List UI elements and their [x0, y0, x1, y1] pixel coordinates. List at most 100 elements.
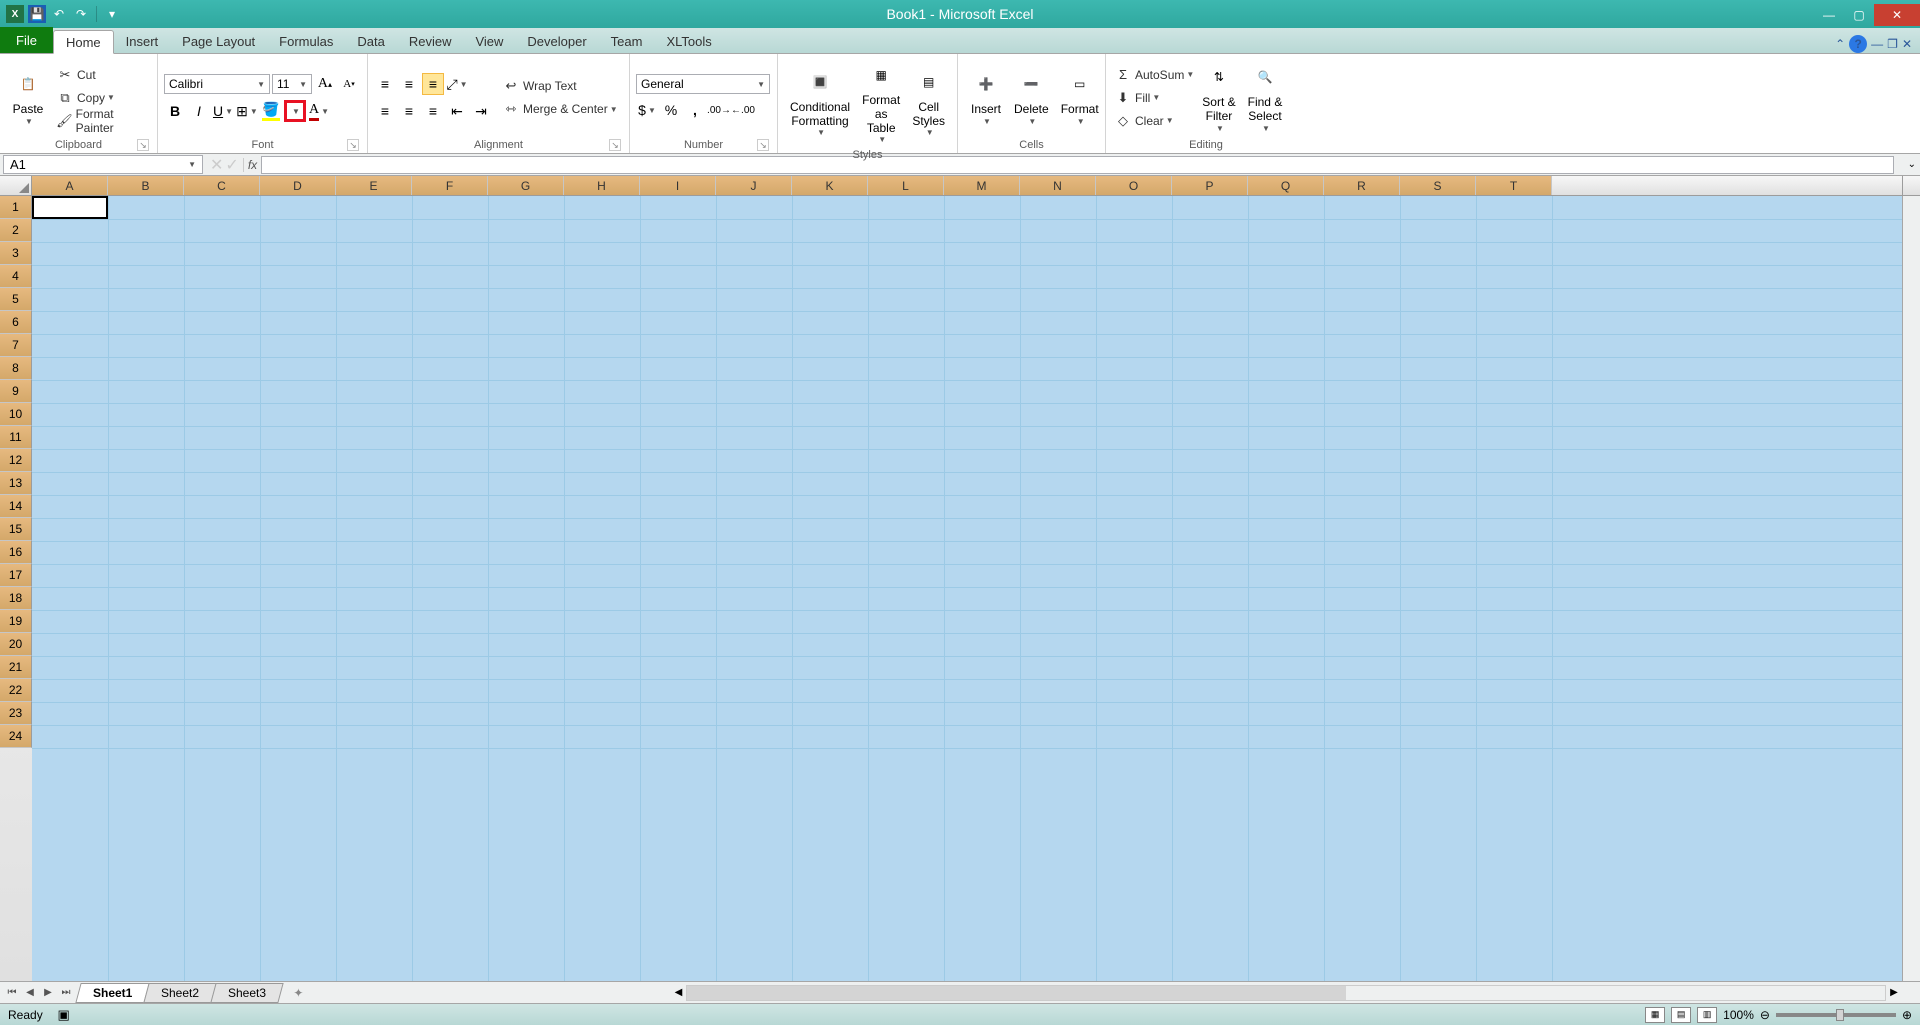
- help-icon[interactable]: ?: [1849, 35, 1867, 53]
- row-header[interactable]: 18: [0, 587, 32, 610]
- workbook-minimize-icon[interactable]: —: [1871, 37, 1883, 51]
- zoom-thumb[interactable]: [1836, 1009, 1844, 1021]
- tab-team[interactable]: Team: [599, 29, 655, 53]
- undo-button[interactable]: ↶: [50, 5, 68, 23]
- tab-developer[interactable]: Developer: [515, 29, 598, 53]
- row-header[interactable]: 13: [0, 472, 32, 495]
- align-bottom-button[interactable]: ≡: [422, 73, 444, 95]
- column-header[interactable]: N: [1020, 176, 1096, 195]
- scroll-left-button[interactable]: ◀: [670, 985, 686, 1001]
- sheet-tab-2[interactable]: Sheet2: [144, 983, 217, 1003]
- column-header[interactable]: E: [336, 176, 412, 195]
- column-header[interactable]: T: [1476, 176, 1552, 195]
- row-header[interactable]: 24: [0, 725, 32, 748]
- row-header[interactable]: 16: [0, 541, 32, 564]
- horizontal-scrollbar[interactable]: [686, 985, 1886, 1001]
- underline-button[interactable]: U▼: [212, 100, 234, 122]
- grow-font-button[interactable]: A▴: [314, 73, 336, 95]
- next-sheet-button[interactable]: ▶: [40, 985, 56, 1001]
- close-button[interactable]: ✕: [1874, 4, 1920, 26]
- zoom-slider[interactable]: [1776, 1013, 1896, 1017]
- dialog-launcher-icon[interactable]: ↘: [347, 139, 359, 151]
- page-layout-view-button[interactable]: ▤: [1671, 1007, 1691, 1023]
- scroll-thumb[interactable]: [687, 986, 1346, 1000]
- row-header[interactable]: 23: [0, 702, 32, 725]
- row-header[interactable]: 17: [0, 564, 32, 587]
- row-header[interactable]: 3: [0, 242, 32, 265]
- align-center-button[interactable]: ≡: [398, 100, 420, 122]
- row-header[interactable]: 15: [0, 518, 32, 541]
- dialog-launcher-icon[interactable]: ↘: [609, 139, 621, 151]
- row-header[interactable]: 12: [0, 449, 32, 472]
- row-header[interactable]: 22: [0, 679, 32, 702]
- column-header[interactable]: M: [944, 176, 1020, 195]
- row-header[interactable]: 7: [0, 334, 32, 357]
- column-header[interactable]: L: [868, 176, 944, 195]
- page-break-view-button[interactable]: ▥: [1697, 1007, 1717, 1023]
- vertical-scrollbar[interactable]: [1902, 196, 1920, 981]
- qat-customize-icon[interactable]: ▾: [103, 5, 121, 23]
- dialog-launcher-icon[interactable]: ↘: [137, 139, 149, 151]
- copy-button[interactable]: ⧉Copy▼: [54, 87, 151, 109]
- sheet-tab-1[interactable]: Sheet1: [75, 983, 150, 1003]
- row-header[interactable]: 8: [0, 357, 32, 380]
- formula-input[interactable]: [261, 156, 1893, 174]
- column-header[interactable]: A: [32, 176, 108, 195]
- first-sheet-button[interactable]: ⏮: [4, 985, 20, 1001]
- format-cells-button[interactable]: ▭Format▼: [1055, 58, 1105, 137]
- conditional-formatting-button[interactable]: 🔳Conditional Formatting▼: [784, 58, 856, 147]
- file-tab[interactable]: File: [0, 27, 53, 53]
- column-header[interactable]: F: [412, 176, 488, 195]
- align-middle-button[interactable]: ≡: [398, 73, 420, 95]
- redo-button[interactable]: ↷: [72, 5, 90, 23]
- align-right-button[interactable]: ≡: [422, 100, 444, 122]
- save-icon[interactable]: 💾: [28, 5, 46, 23]
- decrease-indent-button[interactable]: ⇤: [446, 100, 468, 122]
- excel-icon[interactable]: X: [6, 5, 24, 23]
- tab-formulas[interactable]: Formulas: [267, 29, 345, 53]
- paste-button[interactable]: 📋 Paste ▼: [6, 58, 50, 137]
- tab-page-layout[interactable]: Page Layout: [170, 29, 267, 53]
- row-header[interactable]: 21: [0, 656, 32, 679]
- column-header[interactable]: C: [184, 176, 260, 195]
- dialog-launcher-icon[interactable]: ↘: [757, 139, 769, 151]
- zoom-in-button[interactable]: ⊕: [1902, 1008, 1912, 1022]
- cut-button[interactable]: ✂Cut: [54, 64, 151, 86]
- row-header[interactable]: 1: [0, 196, 32, 219]
- percent-format-button[interactable]: %: [660, 99, 682, 121]
- expand-formula-bar-icon[interactable]: ⌄: [1908, 159, 1920, 170]
- macro-record-icon[interactable]: ▣: [55, 1006, 73, 1024]
- column-header[interactable]: O: [1096, 176, 1172, 195]
- tab-xltools[interactable]: XLTools: [654, 29, 723, 53]
- increase-indent-button[interactable]: ⇥: [470, 100, 492, 122]
- tab-review[interactable]: Review: [397, 29, 464, 53]
- row-header[interactable]: 11: [0, 426, 32, 449]
- minimize-ribbon-icon[interactable]: ⌃: [1835, 37, 1845, 51]
- font-size-combo[interactable]: 11▼: [272, 74, 312, 94]
- column-header[interactable]: S: [1400, 176, 1476, 195]
- cancel-formula-icon[interactable]: ✕: [210, 155, 223, 175]
- tab-home[interactable]: Home: [53, 30, 114, 54]
- row-header[interactable]: 4: [0, 265, 32, 288]
- merge-center-button[interactable]: ⇿Merge & Center▼: [500, 98, 620, 120]
- sheet-tab-3[interactable]: Sheet3: [211, 983, 284, 1003]
- font-name-combo[interactable]: Calibri▼: [164, 74, 270, 94]
- format-as-table-button[interactable]: ▦Format as Table▼: [856, 58, 906, 147]
- decrease-decimal-button[interactable]: ←.00: [732, 99, 754, 121]
- column-header[interactable]: I: [640, 176, 716, 195]
- increase-decimal-button[interactable]: .00→: [708, 99, 730, 121]
- delete-cells-button[interactable]: ➖Delete▼: [1008, 58, 1055, 137]
- enter-formula-icon[interactable]: ✓: [225, 155, 238, 175]
- maximize-button[interactable]: ▢: [1844, 4, 1874, 26]
- new-sheet-button[interactable]: ✦: [286, 984, 310, 1002]
- last-sheet-button[interactable]: ⏭: [58, 985, 74, 1001]
- fill-color-dropdown[interactable]: ▼: [284, 100, 306, 122]
- tab-view[interactable]: View: [463, 29, 515, 53]
- align-left-button[interactable]: ≡: [374, 100, 396, 122]
- align-top-button[interactable]: ≡: [374, 73, 396, 95]
- column-header[interactable]: K: [792, 176, 868, 195]
- accounting-format-button[interactable]: $▼: [636, 99, 658, 121]
- cells-area[interactable]: [32, 196, 1902, 981]
- row-header[interactable]: 20: [0, 633, 32, 656]
- number-format-combo[interactable]: General▼: [636, 74, 770, 94]
